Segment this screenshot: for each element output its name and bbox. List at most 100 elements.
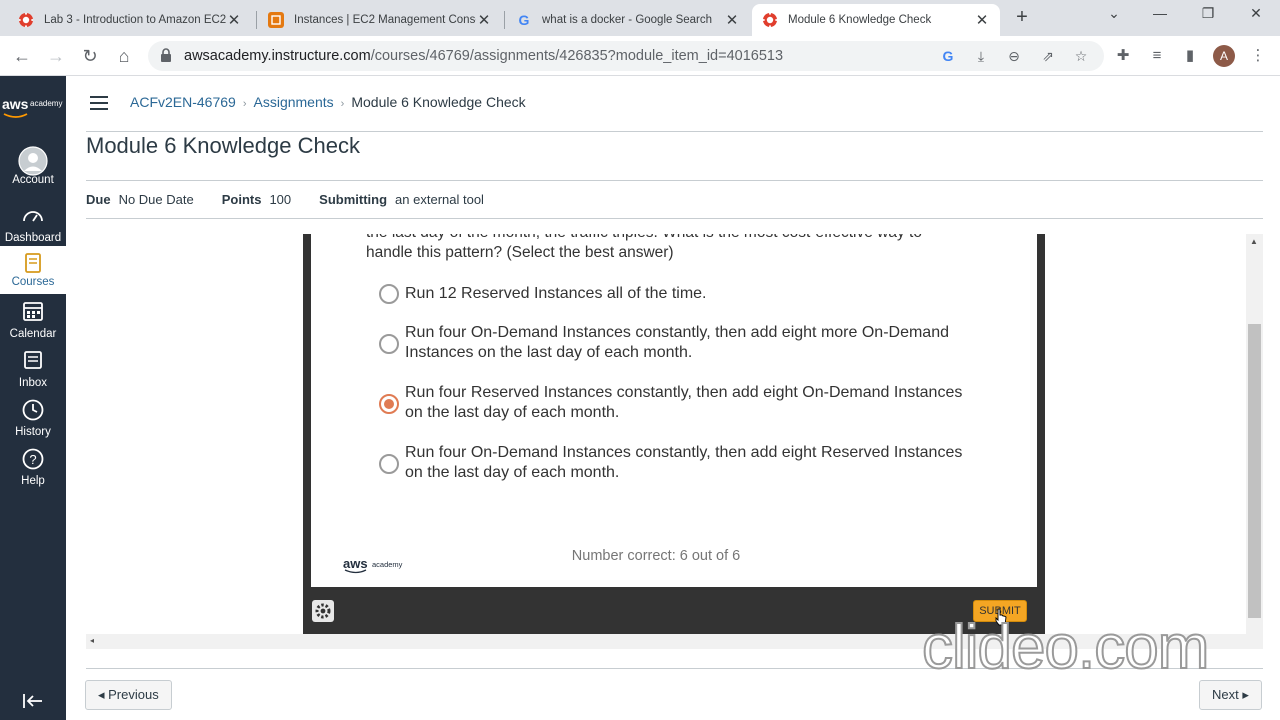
profile-avatar[interactable]: A xyxy=(1213,45,1235,67)
nav-inbox[interactable]: Inbox xyxy=(0,349,66,397)
share-icon[interactable]: ⇗ xyxy=(1040,48,1056,64)
nav-label: Help xyxy=(21,475,45,487)
global-nav-sidebar: aws academy Account Dashboard Courses Ca… xyxy=(0,76,66,720)
logo-subtext: academy xyxy=(30,99,63,108)
zoom-icon[interactable]: ⊖ xyxy=(1006,48,1022,64)
more-menu-icon[interactable]: ⋮ xyxy=(1248,46,1268,66)
course-menu-toggle[interactable] xyxy=(90,96,108,110)
due-label: Due xyxy=(86,192,111,207)
tab-title: Module 6 Knowledge Check xyxy=(788,14,932,26)
browser-tab-knowledge-check[interactable]: Module 6 Knowledge Check ✕ xyxy=(752,4,1000,36)
inbox-icon xyxy=(0,349,66,375)
nav-label: Dashboard xyxy=(4,232,62,244)
browser-tab-strip: Lab 3 - Introduction to Amazon EC2 ✕ Ins… xyxy=(0,0,1280,36)
question-text: handle this pattern? (Select the best an… xyxy=(366,244,674,261)
close-icon[interactable]: ✕ xyxy=(724,11,740,29)
external-tool-frame: the last day of the month, the traffic t… xyxy=(303,234,1045,634)
close-icon[interactable]: ✕ xyxy=(226,11,242,29)
side-panel-icon[interactable]: ▮ xyxy=(1180,46,1200,66)
breadcrumb: ACFv2EN-46769 › Assignments › Module 6 Knowl… xyxy=(130,94,526,110)
logo-text: aws xyxy=(2,96,29,112)
assignment-details: Due No Due Date Points 100 Submitting an exte… xyxy=(86,192,512,207)
back-button[interactable]: ← xyxy=(10,44,34,68)
next-button[interactable]: Next ▸ xyxy=(1199,680,1262,710)
reload-button[interactable]: ↻ xyxy=(78,44,102,68)
tab-search-icon[interactable]: ⌄ xyxy=(1102,5,1126,22)
settings-button[interactable] xyxy=(312,600,334,622)
close-icon[interactable]: ✕ xyxy=(974,11,990,29)
quiz-panel: the last day of the month, the traffic t… xyxy=(311,234,1037,587)
home-button[interactable]: ⌂ xyxy=(112,44,136,68)
nav-label: Inbox xyxy=(18,377,48,389)
forward-button[interactable]: → xyxy=(44,44,68,68)
nav-label: Courses xyxy=(11,276,55,288)
answer-text: on the last day of each month. xyxy=(405,404,620,421)
scroll-up-icon[interactable]: ▲ xyxy=(1250,237,1258,246)
address-bar[interactable]: awsacademy.instructure.com/courses/46769… xyxy=(148,41,1104,71)
calendar-icon xyxy=(0,300,66,326)
nav-calendar[interactable]: Calendar xyxy=(0,300,66,348)
collapse-nav-icon[interactable] xyxy=(22,692,44,712)
bookmark-star-icon[interactable]: ☆ xyxy=(1073,48,1089,64)
close-icon[interactable]: ✕ xyxy=(476,11,492,29)
nav-help[interactable]: ? Help xyxy=(0,447,66,495)
chevron-right-icon: › xyxy=(340,98,345,110)
nav-label: Calendar xyxy=(9,328,57,340)
browser-tab-lab3[interactable]: Lab 3 - Introduction to Amazon EC2 ✕ xyxy=(8,4,252,36)
scroll-left-icon[interactable]: ◂ xyxy=(90,636,94,645)
url-text: awsacademy.instructure.com/courses/46769… xyxy=(184,48,783,64)
radio-button[interactable] xyxy=(379,454,399,474)
page-title: Module 6 Knowledge Check xyxy=(86,133,360,158)
answer-text: Run four Reserved Instances constantly, … xyxy=(405,384,963,401)
divider xyxy=(86,218,1263,219)
tab-separator xyxy=(256,11,257,29)
svg-text:?: ? xyxy=(29,452,36,467)
nav-courses[interactable]: Courses xyxy=(0,246,66,294)
question-text-partial: the last day of the month, the traffic t… xyxy=(366,234,922,242)
nav-account[interactable]: Account xyxy=(0,146,66,194)
radio-button[interactable] xyxy=(379,284,399,304)
due-value: No Due Date xyxy=(118,192,194,207)
vertical-scrollbar[interactable]: ▲ xyxy=(1246,234,1263,634)
previous-button[interactable]: ◂ Previous xyxy=(85,680,172,710)
new-tab-button[interactable]: + xyxy=(1010,6,1034,30)
nav-dashboard[interactable]: Dashboard xyxy=(0,204,66,252)
nav-history[interactable]: History xyxy=(0,398,66,446)
answer-text: Instances on the last day of each month. xyxy=(405,344,693,361)
canvas-icon xyxy=(762,12,778,28)
scrollbar-thumb[interactable] xyxy=(1248,324,1261,618)
browser-tab-google[interactable]: G what is a docker - Google Search ✕ xyxy=(506,4,750,36)
aws-icon xyxy=(268,12,284,28)
extensions-icon[interactable]: ✚ xyxy=(1113,46,1133,66)
answer-text: on the last day of each month. xyxy=(405,464,620,481)
divider xyxy=(86,180,1263,181)
answer-text: Run four On-Demand Instances constantly,… xyxy=(405,324,949,341)
url-path: /courses/46769/assignments/426835?module… xyxy=(370,48,784,64)
account-icon xyxy=(0,146,66,176)
browser-tab-ec2[interactable]: Instances | EC2 Management Console ✕ xyxy=(258,4,502,36)
restore-button[interactable]: ❐ xyxy=(1196,5,1220,22)
breadcrumb-assignments-link[interactable]: Assignments xyxy=(254,94,334,110)
media-control-icon[interactable]: ≡ xyxy=(1147,46,1167,66)
breadcrumb-course-link[interactable]: ACFv2EN-46769 xyxy=(130,94,236,110)
courses-icon xyxy=(0,252,66,274)
url-host: awsacademy.instructure.com xyxy=(184,48,371,64)
google-lens-icon[interactable]: G xyxy=(940,48,956,64)
points-label: Points xyxy=(221,192,262,207)
aws-academy-logo[interactable]: aws academy xyxy=(0,96,66,122)
video-watermark: clideo.com xyxy=(921,612,1210,683)
score-text: Number correct: 6 out of 6 xyxy=(571,548,741,564)
radio-button[interactable] xyxy=(379,334,399,354)
lock-icon xyxy=(160,48,174,64)
tab-title: Lab 3 - Introduction to Amazon EC2 xyxy=(44,14,226,26)
download-icon[interactable]: ⤓ xyxy=(973,48,989,64)
radio-button-selected[interactable] xyxy=(379,394,399,414)
help-icon: ? xyxy=(0,447,66,473)
tab-title: Instances | EC2 Management Console xyxy=(294,14,476,26)
gear-icon xyxy=(315,603,331,619)
window-close-button[interactable]: ✕ xyxy=(1244,5,1268,22)
submitting-value: an external tool xyxy=(395,192,484,207)
divider xyxy=(86,131,1263,132)
minimize-button[interactable]: — xyxy=(1148,5,1172,21)
nav-label: History xyxy=(15,426,51,438)
